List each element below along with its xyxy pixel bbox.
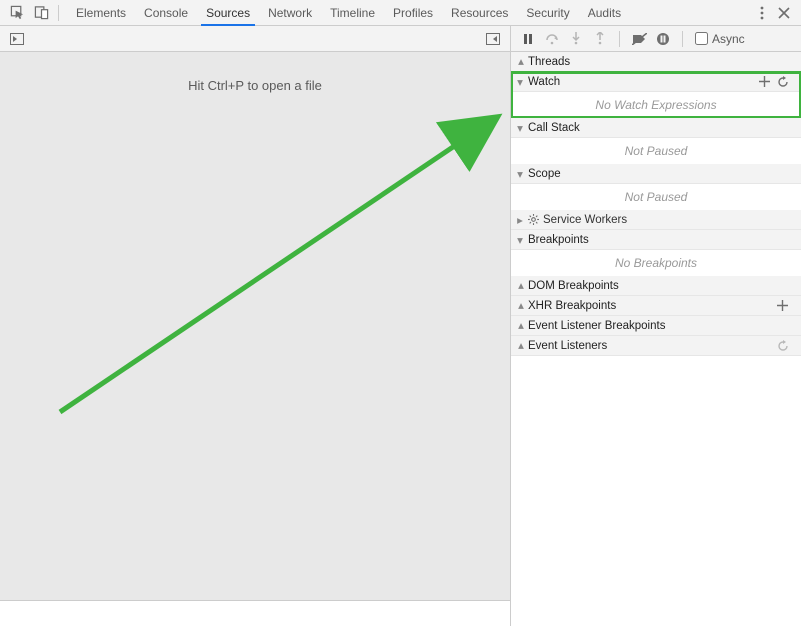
add-xhr-breakpoint-icon[interactable] — [777, 300, 795, 311]
watch-highlight-box: ▾ Watch No Watch Expressions — [511, 72, 801, 118]
show-debugger-icon[interactable] — [482, 28, 504, 50]
chevron-right-icon: ▸ — [515, 341, 525, 351]
breakpoints-body: No Breakpoints — [511, 250, 801, 276]
scope-header[interactable]: ▾ Scope — [511, 164, 801, 184]
tab-network[interactable]: Network — [259, 0, 321, 25]
chevron-right-icon: ▸ — [515, 301, 525, 311]
tab-profiles[interactable]: Profiles — [384, 0, 442, 25]
tab-audits[interactable]: Audits — [579, 0, 630, 25]
step-into-icon[interactable] — [565, 28, 587, 50]
chevron-right-icon: ▸ — [515, 321, 525, 331]
gear-icon — [528, 214, 539, 225]
callstack-label: Call Stack — [528, 122, 580, 134]
close-devtools-icon[interactable] — [773, 2, 795, 24]
show-navigator-icon[interactable] — [6, 28, 28, 50]
breakpoints-empty-text: No Breakpoints — [511, 250, 801, 276]
watch-empty-text: No Watch Expressions — [511, 92, 801, 118]
step-over-icon[interactable] — [541, 28, 563, 50]
debugger-sidebar: ▸ Threads ▾ Watch No Watch Expressions ▾ — [511, 52, 801, 626]
refresh-watch-icon[interactable] — [777, 76, 795, 88]
async-checkbox[interactable]: Async — [695, 32, 745, 46]
divider — [682, 31, 683, 47]
breakpoints-header[interactable]: ▾ Breakpoints — [511, 230, 801, 250]
chevron-right-icon: ▸ — [515, 281, 525, 291]
scope-label: Scope — [528, 168, 561, 180]
inspect-element-icon[interactable] — [6, 2, 28, 24]
divider — [58, 5, 59, 21]
breakpoints-label: Breakpoints — [528, 234, 589, 246]
add-watch-icon[interactable] — [759, 76, 777, 87]
chevron-right-icon: ▸ — [515, 215, 525, 225]
secondary-toolbar: Async — [0, 26, 801, 52]
device-toggle-icon[interactable] — [30, 2, 52, 24]
callstack-body: Not Paused — [511, 138, 801, 164]
deactivate-breakpoints-icon[interactable] — [628, 28, 650, 50]
tab-console[interactable]: Console — [135, 0, 197, 25]
tab-resources[interactable]: Resources — [442, 0, 517, 25]
editor-pane: Hit Ctrl+P to open a file — [0, 52, 511, 626]
chevron-down-icon: ▾ — [515, 169, 525, 179]
tab-security[interactable]: Security — [517, 0, 578, 25]
tab-timeline[interactable]: Timeline — [321, 0, 384, 25]
refresh-event-listeners-icon[interactable] — [777, 340, 795, 352]
open-file-hint: Hit Ctrl+P to open a file — [0, 78, 510, 93]
pause-script-icon[interactable] — [517, 28, 539, 50]
divider — [619, 31, 620, 47]
annotation-arrow — [50, 102, 510, 432]
event-listener-breakpoints-label: Event Listener Breakpoints — [528, 320, 665, 332]
threads-label: Threads — [528, 56, 570, 68]
watch-label: Watch — [528, 76, 560, 88]
step-out-icon[interactable] — [589, 28, 611, 50]
async-label: Async — [712, 32, 745, 46]
more-menu-icon[interactable] — [751, 2, 773, 24]
tab-elements[interactable]: Elements — [67, 0, 135, 25]
chevron-right-icon: ▸ — [515, 57, 525, 67]
chevron-down-icon: ▾ — [515, 235, 525, 245]
pause-on-exceptions-icon[interactable] — [652, 28, 674, 50]
event-listeners-header[interactable]: ▸ Event Listeners — [511, 336, 801, 356]
xhr-breakpoints-label: XHR Breakpoints — [528, 300, 616, 312]
event-listeners-label: Event Listeners — [528, 340, 607, 352]
scope-body: Not Paused — [511, 184, 801, 210]
dom-breakpoints-label: DOM Breakpoints — [528, 280, 619, 292]
chevron-down-icon: ▾ — [515, 123, 525, 133]
tab-sources[interactable]: Sources — [197, 0, 259, 25]
dom-breakpoints-header[interactable]: ▸ DOM Breakpoints — [511, 276, 801, 296]
threads-header[interactable]: ▸ Threads — [511, 52, 801, 72]
callstack-empty-text: Not Paused — [511, 138, 801, 164]
callstack-header[interactable]: ▾ Call Stack — [511, 118, 801, 138]
scope-empty-text: Not Paused — [511, 184, 801, 210]
watch-header[interactable]: ▾ Watch — [511, 72, 801, 92]
panel-tabs: ElementsConsoleSourcesNetworkTimelinePro… — [67, 0, 630, 25]
watch-body: No Watch Expressions — [511, 92, 801, 118]
devtools-top-toolbar: ElementsConsoleSourcesNetworkTimelinePro… — [0, 0, 801, 26]
event-listener-breakpoints-header[interactable]: ▸ Event Listener Breakpoints — [511, 316, 801, 336]
service-workers-label: Service Workers — [543, 214, 627, 226]
main-area: Hit Ctrl+P to open a file ▸ Threads ▾ Wa… — [0, 52, 801, 626]
chevron-down-icon: ▾ — [515, 77, 525, 87]
editor-bottom-strip — [0, 600, 510, 626]
xhr-breakpoints-header[interactable]: ▸ XHR Breakpoints — [511, 296, 801, 316]
service-workers-row[interactable]: ▸ Service Workers — [511, 210, 801, 230]
